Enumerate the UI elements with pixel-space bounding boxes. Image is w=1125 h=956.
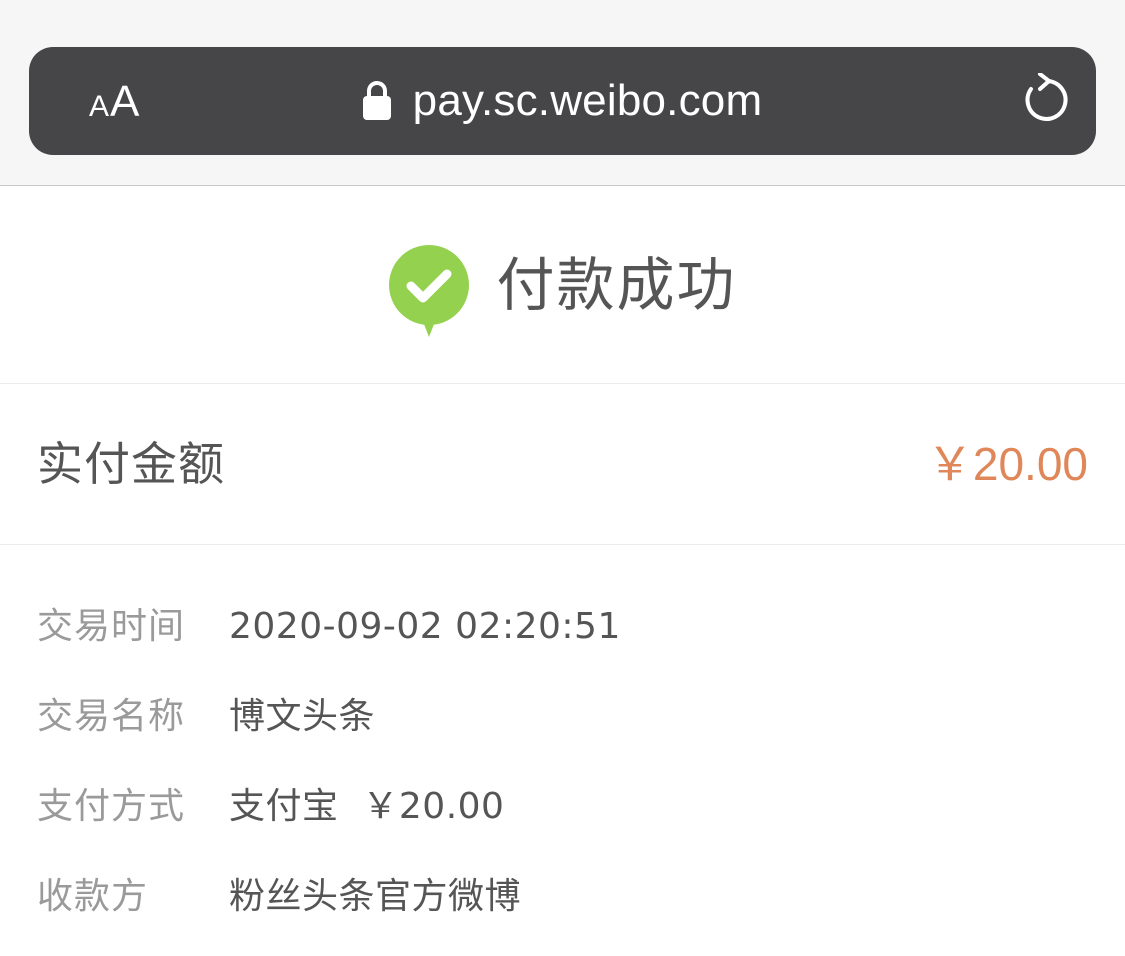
detail-label: 收款方 xyxy=(37,876,149,917)
detail-row-name: 交易名称 博文头条 xyxy=(0,672,1125,762)
reload-button[interactable] xyxy=(1020,72,1070,129)
payment-status-text: 付款成功 xyxy=(496,250,737,319)
reload-icon xyxy=(1025,72,1068,121)
url-text: pay.sc.weibo.com xyxy=(412,76,763,125)
detail-value: 2020-09-02 02:20:51 xyxy=(229,606,621,647)
address-bar[interactable]: A A pay.sc.weibo.com xyxy=(29,47,1096,155)
detail-row-payee: 收款方 粉丝头条官方微博 xyxy=(0,852,1125,942)
lock-icon xyxy=(362,80,391,120)
detail-value: 粉丝头条官方微博 xyxy=(229,876,522,917)
detail-row-method: 支付方式 支付宝 ￥20.00 xyxy=(0,762,1125,852)
text-size-large-glyph: A xyxy=(110,77,140,126)
detail-label: 交易时间 xyxy=(37,606,186,647)
detail-label: 交易名称 xyxy=(37,696,186,737)
text-size-button[interactable]: A A xyxy=(89,75,139,127)
transaction-details: 交易时间 2020-09-02 02:20:51 交易名称 博文头条 支付方式 … xyxy=(0,582,1125,942)
check-circle-icon xyxy=(389,244,470,337)
url-field[interactable]: pay.sc.weibo.com xyxy=(362,76,763,125)
amount-row: 实付金额 ￥20.00 xyxy=(0,384,1125,545)
amount-label: 实付金额 xyxy=(37,437,225,491)
text-size-small-glyph: A xyxy=(89,90,110,123)
detail-value: 支付宝 ￥20.00 xyxy=(229,786,505,827)
amount-value: ￥20.00 xyxy=(926,438,1088,490)
browser-chrome: A A pay.sc.weibo.com xyxy=(0,0,1125,186)
detail-value: 博文头条 xyxy=(229,696,376,737)
payment-status-header: 付款成功 xyxy=(0,186,1125,384)
detail-row-time: 交易时间 2020-09-02 02:20:51 xyxy=(0,582,1125,672)
detail-label: 支付方式 xyxy=(37,786,186,827)
